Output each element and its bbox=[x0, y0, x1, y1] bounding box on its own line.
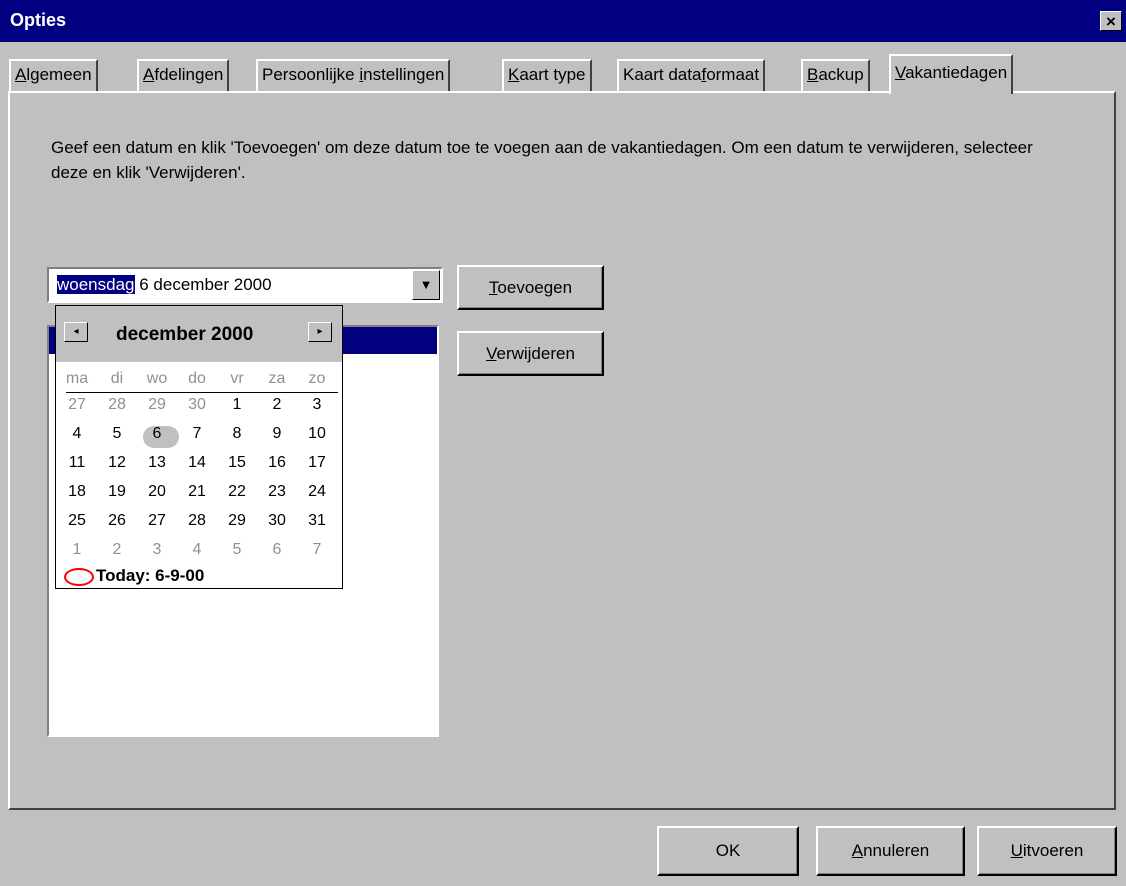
calendar-day[interactable]: 27 bbox=[138, 512, 176, 530]
tab-label: ormaat bbox=[706, 65, 760, 84]
calendar-header: ◂ december 2000 ▸ bbox=[56, 306, 342, 362]
calendar-day[interactable]: 16 bbox=[258, 454, 296, 472]
calendar-day[interactable]: 7 bbox=[178, 425, 216, 443]
calendar-day[interactable]: 27 bbox=[58, 396, 96, 414]
calendar-day[interactable]: 7 bbox=[298, 541, 336, 559]
button-label: itvoeren bbox=[1022, 841, 1084, 860]
calendar-day[interactable]: 19 bbox=[98, 483, 136, 501]
prev-month-icon[interactable]: ◂ bbox=[64, 322, 88, 342]
calendar-day[interactable]: 8 bbox=[218, 425, 256, 443]
button-mnemonic: V bbox=[486, 344, 497, 363]
calendar-day[interactable]: 26 bbox=[98, 512, 136, 530]
today-link[interactable]: Today: 6-9-00 bbox=[96, 566, 204, 586]
tab-kaart-dataformaat[interactable]: Kaart dataformaat bbox=[617, 59, 766, 91]
calendar-day[interactable]: 24 bbox=[298, 483, 336, 501]
calendar-day[interactable]: 17 bbox=[298, 454, 336, 472]
remove-button[interactable]: Verwijderen bbox=[457, 331, 604, 376]
tab-label: aart type bbox=[519, 65, 586, 84]
calendar-day[interactable]: 2 bbox=[98, 541, 136, 559]
tab-label-mnemonic: K bbox=[508, 65, 520, 84]
button-label: oevoegen bbox=[497, 278, 573, 297]
tab-label-mnemonic: A bbox=[143, 65, 155, 84]
tab-label: fdelingen bbox=[154, 65, 224, 84]
date-picker[interactable]: woensdag 6 december 2000 ▼ bbox=[47, 267, 443, 303]
calendar-day[interactable]: 30 bbox=[258, 512, 296, 530]
tab-label-mnemonic: V bbox=[895, 63, 906, 82]
calendar-day[interactable]: 1 bbox=[58, 541, 96, 559]
calendar-day[interactable]: 15 bbox=[218, 454, 256, 472]
dropdown-arrow-icon[interactable]: ▼ bbox=[412, 270, 440, 300]
calendar-day[interactable]: 23 bbox=[258, 483, 296, 501]
ok-button[interactable]: OK bbox=[657, 826, 799, 876]
calendar-divider bbox=[66, 392, 338, 393]
calendar-day[interactable]: 6 bbox=[138, 425, 176, 443]
calendar-day[interactable]: 5 bbox=[218, 541, 256, 559]
calendar-dropdown: ◂ december 2000 ▸ ma di wo do vr za zo 2… bbox=[55, 305, 343, 589]
today-marker-icon bbox=[64, 568, 94, 586]
calendar-day[interactable]: 6 bbox=[258, 541, 296, 559]
button-mnemonic: A bbox=[851, 841, 864, 860]
button-label: erwijderen bbox=[496, 344, 575, 363]
weekday-label: wo bbox=[146, 370, 168, 387]
tab-persoonlijke-instellingen[interactable]: Persoonlijke instellingen bbox=[256, 59, 451, 91]
calendar-day[interactable]: 1 bbox=[218, 396, 256, 414]
calendar-day[interactable]: 28 bbox=[178, 512, 216, 530]
tab-algemeen[interactable]: Algemeen bbox=[9, 59, 98, 91]
calendar-day[interactable]: 10 bbox=[298, 425, 336, 443]
title-bar: Opties × bbox=[0, 0, 1126, 42]
tab-label: akantiedagen bbox=[905, 63, 1008, 82]
close-button[interactable]: × bbox=[1100, 11, 1122, 31]
weekday-label: za bbox=[268, 370, 286, 387]
calendar-day[interactable]: 2 bbox=[258, 396, 296, 414]
tab-label: lgemeen bbox=[26, 65, 92, 84]
calendar-day[interactable]: 12 bbox=[98, 454, 136, 472]
calendar-month-title: december 2000 bbox=[116, 324, 254, 345]
date-picker-selected-text: woensdag bbox=[57, 275, 135, 294]
date-picker-value[interactable]: woensdag 6 december 2000 bbox=[57, 275, 272, 295]
calendar-day[interactable]: 25 bbox=[58, 512, 96, 530]
calendar-day[interactable]: 11 bbox=[58, 454, 96, 472]
button-label: nnuleren bbox=[863, 841, 930, 860]
tab-kaart-type[interactable]: Kaart type bbox=[502, 59, 592, 91]
weekday-label: ma bbox=[65, 370, 89, 387]
tab-label: Kaart data bbox=[623, 65, 702, 84]
calendar-day[interactable]: 29 bbox=[218, 512, 256, 530]
calendar-day[interactable]: 31 bbox=[298, 512, 336, 530]
tab-label-mnemonic: A bbox=[15, 65, 27, 84]
weekday-label: di bbox=[110, 370, 124, 387]
calendar-day[interactable]: 28 bbox=[98, 396, 136, 414]
cancel-button[interactable]: Annuleren bbox=[816, 826, 965, 876]
apply-button[interactable]: Uitvoeren bbox=[977, 826, 1117, 876]
next-month-icon[interactable]: ▸ bbox=[308, 322, 332, 342]
calendar-day[interactable]: 20 bbox=[138, 483, 176, 501]
date-picker-rest-text: 6 december 2000 bbox=[134, 275, 272, 294]
tab-backup[interactable]: Backup bbox=[801, 59, 870, 91]
add-button[interactable]: Toevoegen bbox=[457, 265, 604, 310]
calendar-day[interactable]: 13 bbox=[138, 454, 176, 472]
tab-label: Persoonlijke bbox=[262, 65, 360, 84]
weekday-label: zo bbox=[308, 370, 326, 387]
window-title: Opties bbox=[10, 10, 67, 30]
calendar-day[interactable]: 22 bbox=[218, 483, 256, 501]
tab-label: nstellingen bbox=[363, 65, 445, 84]
weekday-label: do bbox=[188, 370, 206, 387]
tab-label: ackup bbox=[818, 65, 864, 84]
calendar-day[interactable]: 5 bbox=[98, 425, 136, 443]
button-mnemonic: U bbox=[1010, 841, 1023, 860]
tab-label-mnemonic: B bbox=[807, 65, 819, 84]
weekday-label: vr bbox=[230, 370, 244, 387]
tab-vakantiedagen[interactable]: Vakantiedagen bbox=[889, 54, 1014, 94]
calendar-day[interactable]: 14 bbox=[178, 454, 216, 472]
calendar-day[interactable]: 3 bbox=[298, 396, 336, 414]
calendar-day[interactable]: 3 bbox=[138, 541, 176, 559]
instructions-text: Geef een datum en klik 'Toevoegen' om de… bbox=[51, 138, 1033, 182]
tab-afdelingen[interactable]: Afdelingen bbox=[137, 59, 230, 91]
calendar-day[interactable]: 30 bbox=[178, 396, 216, 414]
calendar-day[interactable]: 4 bbox=[178, 541, 216, 559]
calendar-day[interactable]: 18 bbox=[58, 483, 96, 501]
calendar-day[interactable]: 21 bbox=[178, 483, 216, 501]
calendar-day[interactable]: 29 bbox=[138, 396, 176, 414]
calendar-day[interactable]: 9 bbox=[258, 425, 296, 443]
calendar-day[interactable]: 4 bbox=[58, 425, 96, 443]
